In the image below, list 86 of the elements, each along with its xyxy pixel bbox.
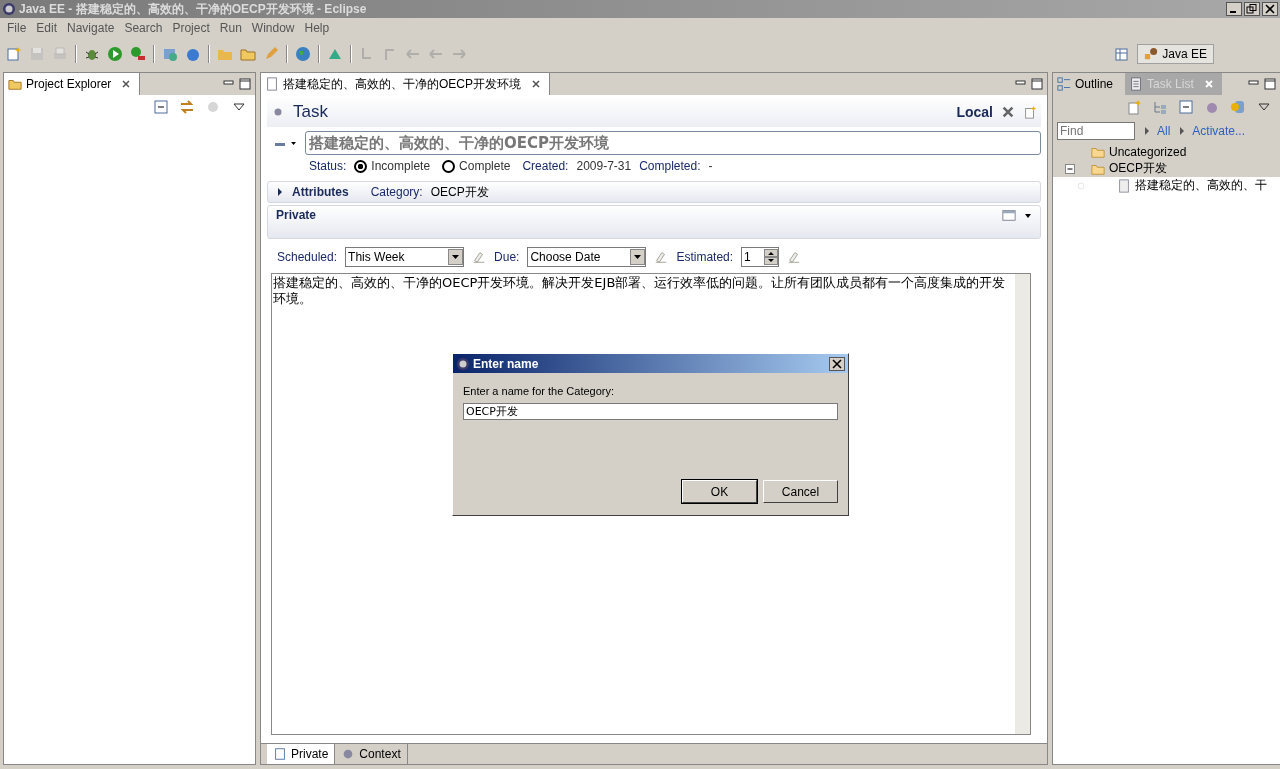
minimize-button[interactable] [1226, 2, 1242, 16]
triangle-icon [1143, 127, 1151, 135]
run-icon[interactable] [107, 46, 123, 62]
find-field[interactable]: Find [1057, 122, 1135, 140]
view-tab[interactable]: Project Explorer [4, 73, 141, 95]
eclipse-logo-icon [456, 356, 470, 371]
estimated-spinner[interactable]: 1 [741, 247, 780, 267]
expand-icon[interactable] [276, 188, 284, 196]
task-list-icon [1129, 77, 1144, 91]
status-radio[interactable]: Incomplete [354, 159, 431, 173]
task-item[interactable]: 搭建稳定的、高效的、干 [1135, 177, 1267, 194]
maximize-icon[interactable] [239, 78, 251, 90]
category-label: Category: [370, 185, 423, 199]
editor-title: Task [293, 102, 328, 122]
calendar-icon[interactable] [1002, 208, 1016, 222]
tree-toggle-icon[interactable] [1065, 163, 1075, 174]
caret-icon[interactable] [1024, 212, 1032, 220]
menu-item[interactable]: Navigate [62, 21, 120, 35]
new-task-icon[interactable] [1023, 105, 1037, 119]
section-title[interactable]: Attributes [292, 185, 349, 199]
collapse-all-icon[interactable] [1178, 99, 1194, 115]
perspective-button[interactable]: Java EE [1137, 44, 1214, 64]
filter-link[interactable]: All [1143, 124, 1171, 138]
scheduled-dropdown[interactable]: This Week [345, 247, 465, 267]
editor-page-tab[interactable]: Private [267, 744, 336, 764]
menu-item[interactable]: Edit [31, 21, 63, 35]
menu-item[interactable]: Help [299, 21, 335, 35]
editor-tab[interactable]: 搭建稳定的、高效的、干净的OECP开发环境 [261, 73, 550, 95]
outline-icon [1057, 77, 1071, 91]
close-button[interactable] [829, 356, 845, 371]
incomplete-task-icon [1075, 179, 1087, 192]
perspective-icon [1144, 47, 1159, 61]
close-button[interactable] [1262, 2, 1278, 16]
cancel-button[interactable]: Cancel [763, 480, 838, 503]
menu-item[interactable]: Search [119, 21, 168, 35]
scrollbar[interactable] [1015, 274, 1030, 734]
close-icon[interactable] [121, 79, 132, 89]
due-label: Due: [494, 250, 520, 264]
folder-icon [8, 77, 22, 91]
menu-item[interactable]: File [2, 21, 32, 35]
filter-link[interactable]: Activate... [1178, 124, 1246, 138]
hierarchy-icon[interactable] [1152, 99, 1168, 115]
editor-page-tab[interactable]: Context [335, 744, 408, 764]
dialog-prompt: Enter a name for the Category: [463, 385, 616, 397]
section-title: Private [276, 208, 317, 222]
notes-text: 搭建稳定的、高效的、干净的OECP开发环境。解决开发EJB部署、运行效率低的问题。让所有团队成员都有一个高度集成的开发环境。 [272, 274, 1007, 308]
menu-item[interactable]: Project [167, 21, 215, 35]
status-label: Status: [309, 159, 347, 173]
page-icon [273, 747, 287, 761]
task-icon [1117, 178, 1131, 193]
maximize-icon[interactable] [1031, 78, 1043, 90]
created-date: 2009-7-31 [576, 159, 632, 173]
category-value: OECP开发 [430, 183, 489, 201]
completed-label: Completed: [639, 159, 701, 173]
collapse-all-icon[interactable] [153, 99, 169, 115]
maximize-icon[interactable] [1264, 78, 1276, 90]
new-task-icon[interactable] [1126, 99, 1142, 115]
delete-icon[interactable] [1001, 105, 1015, 119]
menu-item[interactable]: Window [246, 21, 300, 35]
status-radio[interactable]: Complete [442, 159, 511, 173]
dialog-title: Enter name [473, 356, 539, 371]
spinner-arrows-icon[interactable] [764, 249, 779, 265]
estimated-label: Estimated: [676, 250, 734, 264]
scheduled-label: Scheduled: [277, 250, 338, 264]
eraser-icon[interactable] [472, 250, 487, 264]
repository-label: Local [956, 104, 993, 120]
folder-icon[interactable] [240, 46, 256, 62]
completed-value: - [708, 159, 713, 173]
restore-button[interactable] [1244, 2, 1260, 16]
created-label: Created: [522, 159, 569, 173]
window-title: Java EE - 搭建稳定的、高效的、干净的OECP开发环境 - Eclipse [19, 0, 367, 18]
eclipse-logo-icon [2, 2, 16, 16]
summary-field[interactable]: 搭建稳定的、高效的、干净的OECP开发环境 [305, 131, 1041, 155]
ok-button[interactable]: OK [682, 480, 757, 503]
eraser-icon[interactable] [654, 250, 669, 264]
name-input[interactable]: OECP开发 [463, 403, 838, 420]
link-icon[interactable] [179, 99, 195, 115]
new-file-icon[interactable] [6, 46, 22, 62]
triangle-icon [1178, 127, 1187, 135]
globe-icon[interactable] [295, 46, 311, 62]
task-icon [265, 77, 279, 91]
menu-item[interactable]: Run [214, 21, 247, 35]
close-icon[interactable] [531, 79, 541, 89]
due-dropdown[interactable]: Choose Date [527, 247, 647, 267]
eraser-icon[interactable] [787, 250, 802, 264]
open-perspective-icon[interactable] [1114, 46, 1131, 62]
